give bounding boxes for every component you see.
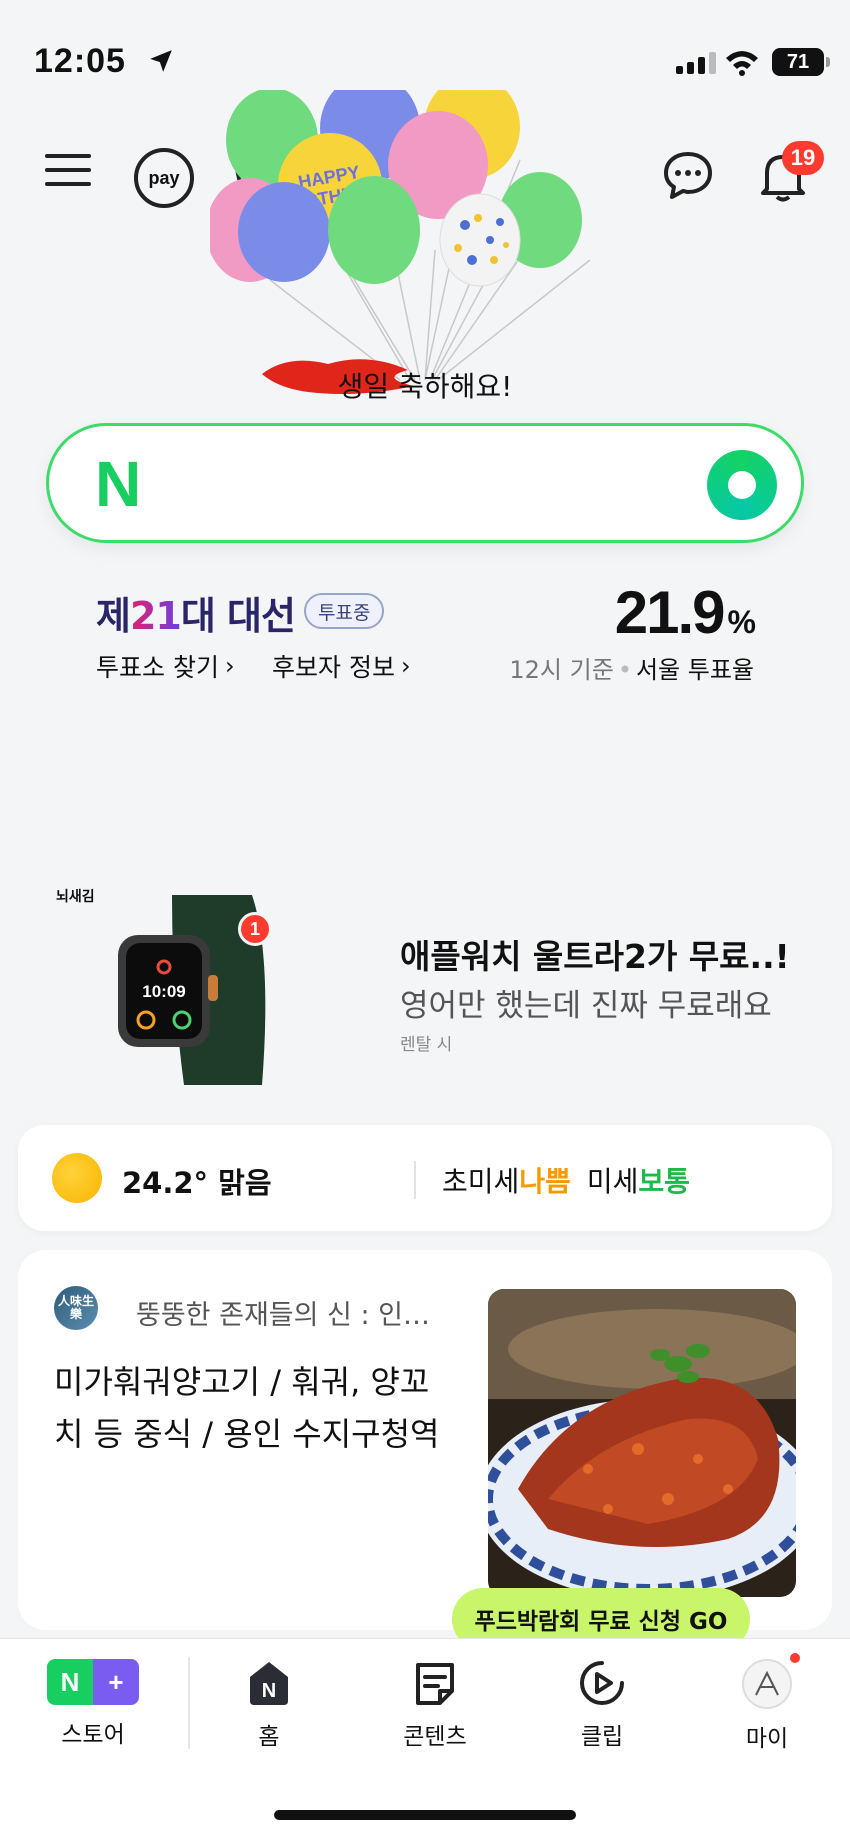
search-input[interactable] <box>189 456 689 516</box>
channel-avatar[interactable]: 人味生樂 <box>54 1286 98 1330</box>
ad-brand: 뇌새김 <box>56 889 95 905</box>
chevron-right-icon: › <box>224 652 235 680</box>
my-icon <box>742 1659 792 1709</box>
nav-my-label: 마이 <box>745 1726 789 1752</box>
menu-icon-line <box>45 168 91 172</box>
svg-text:N: N <box>262 1680 276 1702</box>
pay-button[interactable]: pay <box>134 148 194 208</box>
content-card[interactable]: 人味生樂 뚱뚱한 존재들의 신 : 인… 미가훠궈양고기 / 훠궈, 양꼬치 등… <box>18 1250 832 1630</box>
ad-badge: 1 <box>238 912 272 946</box>
menu-icon-line <box>45 182 91 186</box>
post-title[interactable]: 미가훠궈양고기 / 훠궈, 양꼬치 등 중식 / 용인 수지구청역 <box>54 1356 454 1460</box>
fine-dust-value: 나쁨 <box>519 1165 571 1198</box>
nav-my[interactable]: 마이 <box>692 1659 842 1753</box>
menu-button[interactable] <box>44 150 92 190</box>
wifi-icon <box>726 51 758 76</box>
content-icon <box>416 1663 454 1705</box>
turnout-unit: % <box>727 604 756 640</box>
find-polling-station-label: 투표소 찾기 <box>96 653 219 682</box>
store-icon: N + <box>47 1659 139 1705</box>
watch-time: 10:09 <box>142 982 185 1001</box>
temperature: 24.2° 맑음 <box>122 1166 272 1200</box>
signal-icon <box>676 52 716 74</box>
notification-badge: 19 <box>782 141 824 175</box>
candidate-info-link[interactable]: 후보자 정보 › <box>272 648 411 684</box>
clip-icon <box>580 1661 624 1705</box>
election-title-suffix: 대 대선 <box>180 594 296 638</box>
nav-content-label: 콘텐츠 <box>403 1724 467 1750</box>
home-indicator <box>274 1810 576 1820</box>
ad-subtitle[interactable]: 영어만 했는데 진짜 무료래요 <box>400 980 772 1025</box>
location-arrow-icon <box>150 50 172 72</box>
ad-title[interactable]: 애플워치 울트라2가 무료..! <box>400 930 790 978</box>
sun-icon <box>52 1153 102 1203</box>
nav-content[interactable]: 콘텐츠 <box>360 1659 510 1751</box>
nav-store-label: 스토어 <box>61 1722 125 1748</box>
birthday-message: 생일 축하해요! <box>337 370 513 403</box>
chat-button[interactable] <box>662 150 714 202</box>
chevron-right-icon: › <box>400 652 411 680</box>
chat-icon <box>664 152 712 199</box>
nav-home[interactable]: N 홈 <box>194 1659 344 1751</box>
nav-store[interactable]: N + 스토어 <box>18 1659 168 1749</box>
food-image[interactable] <box>488 1289 796 1597</box>
dust-value: 보통 <box>638 1165 690 1198</box>
turnout-label: 서울 투표율 <box>635 656 754 684</box>
find-polling-station-link[interactable]: 투표소 찾기 › <box>96 648 235 684</box>
air-quality: 초미세나쁨 미세보통 <box>442 1160 690 1200</box>
menu-icon <box>45 154 91 158</box>
turnout-time: 12시 기준 <box>509 656 614 684</box>
nav-clip-label: 클립 <box>580 1724 624 1750</box>
my-notification-dot <box>790 1653 800 1663</box>
status-time: 12:05 <box>34 42 126 80</box>
search-bar[interactable]: N <box>46 423 804 543</box>
divider <box>414 1161 416 1199</box>
weather-card[interactable]: 24.2° 맑음 초미세나쁨 미세보통 <box>18 1125 832 1231</box>
turnout-number: 21.9 <box>614 579 726 646</box>
dust-label: 미세 <box>586 1165 639 1198</box>
turnout-value: 21.9% <box>614 578 756 647</box>
voting-status-badge: 투표중 <box>304 593 385 629</box>
channel-name[interactable]: 뚱뚱한 존재들의 신 : 인… <box>136 1293 466 1332</box>
home-icon: N <box>250 1662 288 1705</box>
election-title-prefix: 제 <box>96 594 131 638</box>
lens-button[interactable] <box>707 450 777 520</box>
candidate-info-label: 후보자 정보 <box>272 653 395 682</box>
election-title[interactable]: 제21대 대선 <box>96 585 296 640</box>
election-title-number: 21 <box>129 594 182 638</box>
battery-icon: 71 <box>772 48 830 76</box>
naver-logo[interactable]: N <box>95 452 141 516</box>
ad-label: 렌탈 시 <box>400 1035 453 1055</box>
lens-icon <box>728 471 756 499</box>
nav-clip[interactable]: 클립 <box>527 1659 677 1751</box>
fine-dust-label: 초미세 <box>442 1165 520 1198</box>
nav-home-label: 홈 <box>258 1724 280 1750</box>
nav-divider <box>188 1657 190 1749</box>
turnout-caption: 12시 기준 • 서울 투표율 <box>509 656 754 684</box>
